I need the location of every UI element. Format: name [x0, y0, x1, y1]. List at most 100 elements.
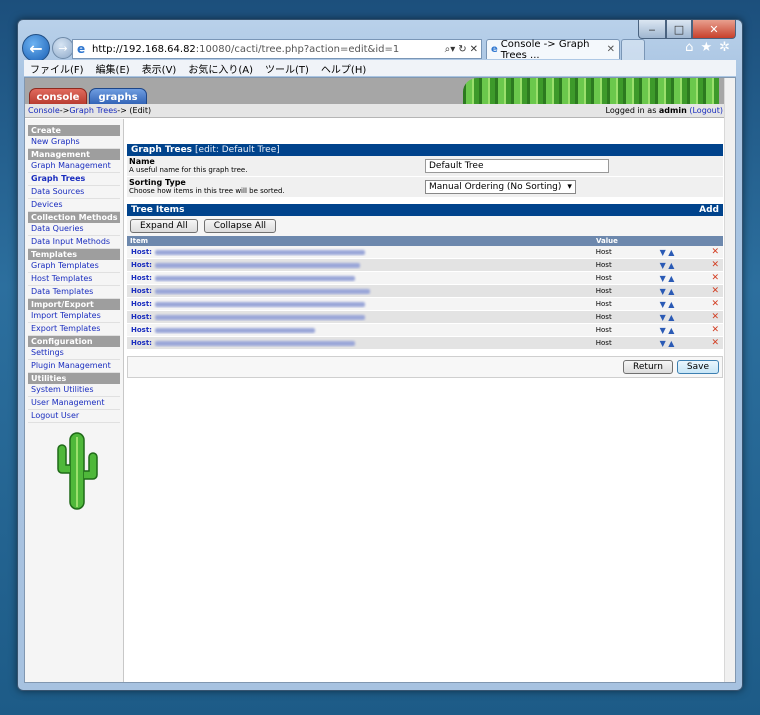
minimize-button[interactable]: ‒ [638, 20, 666, 39]
name-desc: A useful name for this graph tree. [129, 166, 248, 174]
sidebar-item-system-utilities[interactable]: System Utilities [28, 384, 120, 397]
arrow-up-icon[interactable]: ▲ [668, 274, 674, 283]
arrow-down-icon[interactable]: ▼ [660, 261, 666, 270]
tree-item-cell[interactable]: Host: [127, 300, 596, 308]
tab-close-icon[interactable]: ✕ [607, 44, 615, 55]
arrow-down-icon[interactable]: ▼ [660, 300, 666, 309]
tree-item-cell[interactable]: Host: [127, 261, 596, 269]
arrow-down-icon[interactable]: ▼ [660, 313, 666, 322]
host-prefix: Host: [131, 313, 152, 321]
menu-favorites[interactable]: お気に入り(A) [188, 61, 253, 76]
tree-item-cell[interactable]: Host: [127, 248, 596, 256]
arrow-up-icon[interactable]: ▲ [668, 300, 674, 309]
tree-item-cell[interactable]: Host: [127, 339, 596, 347]
sidebar-item-graph-trees[interactable]: Graph Trees [28, 173, 120, 186]
sidebar-item-data-sources[interactable]: Data Sources [28, 186, 120, 199]
login-user: admin [658, 106, 687, 115]
arrow-down-icon[interactable]: ▼ [660, 287, 666, 296]
delete-x-icon[interactable]: ✕ [711, 338, 719, 348]
expand-all-button[interactable]: Expand All [130, 219, 198, 233]
arrow-down-icon[interactable]: ▼ [660, 274, 666, 283]
sidebar-item-new-graphs[interactable]: New Graphs [28, 136, 120, 149]
window-caption-buttons: ‒ □ ✕ [638, 20, 736, 39]
tree-value-cell: Host [595, 274, 612, 282]
address-bar[interactable]: e http://192.168.64.82:10080/cacti/tree.… [72, 39, 482, 59]
arrow-up-icon[interactable]: ▲ [668, 313, 674, 322]
gear-icon[interactable]: ✲ [719, 40, 730, 55]
back-button[interactable]: ← [22, 34, 50, 62]
sidebar-item-graph-templates[interactable]: Graph Templates [28, 260, 120, 273]
vertical-scrollbar[interactable] [724, 78, 735, 682]
logout-link[interactable]: (Logout) [689, 106, 723, 115]
stop-icon[interactable]: ✕ [470, 44, 478, 55]
delete-x-icon[interactable]: ✕ [711, 312, 719, 322]
sidebar-item-host-templates[interactable]: Host Templates [28, 273, 120, 286]
add-link[interactable]: Add [699, 204, 719, 216]
sidebar-item-data-queries[interactable]: Data Queries [28, 223, 120, 236]
menu-file[interactable]: ファイル(F) [30, 61, 84, 76]
close-button[interactable]: ✕ [692, 20, 736, 39]
sidebar-item-import-templates[interactable]: Import Templates [28, 310, 120, 323]
delete-x-icon[interactable]: ✕ [711, 286, 719, 296]
sidebar-header-templates: Templates [28, 249, 120, 260]
sidebar-item-settings[interactable]: Settings [28, 347, 120, 360]
sidebar-item-export-templates[interactable]: Export Templates [28, 323, 120, 336]
redacted-host-name [154, 327, 315, 333]
refresh-icon[interactable]: ↻ [458, 44, 466, 55]
maximize-button[interactable]: □ [666, 20, 692, 39]
return-button[interactable]: Return [623, 360, 673, 374]
tree-item-cell[interactable]: Host: [127, 274, 596, 282]
search-icon[interactable]: ⌕▾ [445, 44, 456, 55]
arrow-up-icon[interactable]: ▲ [668, 248, 674, 257]
browser-tab[interactable]: e Console -> Graph Trees ... ✕ [486, 39, 620, 61]
delete-x-icon[interactable]: ✕ [711, 273, 719, 283]
sidebar-item-data-input-methods[interactable]: Data Input Methods [28, 236, 120, 249]
menu-tools[interactable]: ツール(T) [265, 61, 309, 76]
delete-x-icon[interactable]: ✕ [711, 247, 719, 257]
forward-button[interactable]: → [52, 37, 74, 59]
sorting-row: Sorting Type Choose how items in this tre… [127, 177, 723, 198]
sidebar-item-data-templates[interactable]: Data Templates [28, 286, 120, 299]
name-label: Name [129, 157, 155, 166]
tree-item-cell[interactable]: Host: [127, 287, 596, 295]
delete-x-icon[interactable]: ✕ [711, 325, 719, 335]
sidebar-item-logout-user[interactable]: Logout User [28, 410, 120, 423]
delete-x-icon[interactable]: ✕ [711, 299, 719, 309]
sidebar-header-import-export: Import/Export [28, 299, 120, 310]
arrow-down-icon[interactable]: ▼ [660, 326, 666, 335]
arrow-down-icon[interactable]: ▼ [660, 339, 666, 348]
tree-item-cell[interactable]: Host: [127, 313, 596, 321]
breadcrumb-sep: -> [59, 106, 70, 115]
sorting-select[interactable]: Manual Ordering (No Sorting) ▾ [425, 180, 576, 194]
arrow-up-icon[interactable]: ▲ [668, 339, 674, 348]
address-url[interactable]: http://192.168.64.82:10080/cacti/tree.ph… [92, 44, 445, 55]
arrow-up-icon[interactable]: ▲ [668, 261, 674, 270]
cactus-banner-image [463, 78, 719, 104]
table-row: Host: Host ▼ ▲ ✕ [127, 337, 723, 350]
delete-x-icon[interactable]: ✕ [711, 260, 719, 270]
sidebar-item-graph-management[interactable]: Graph Management [28, 160, 120, 173]
home-icon[interactable]: ⌂ [685, 40, 693, 55]
host-prefix: Host: [131, 287, 152, 295]
browser-window: ‒ □ ✕ ← → e http://192.168.64.82:10080/c… [17, 19, 743, 691]
collapse-all-button[interactable]: Collapse All [203, 219, 276, 233]
sidebar-item-plugin-management[interactable]: Plugin Management [28, 360, 120, 373]
name-input[interactable] [425, 159, 609, 173]
arrow-up-icon[interactable]: ▲ [668, 287, 674, 296]
arrow-up-icon[interactable]: ▲ [668, 326, 674, 335]
save-button[interactable]: Save [676, 360, 719, 374]
sidebar-item-user-management[interactable]: User Management [28, 397, 120, 410]
new-tab-button[interactable] [621, 39, 645, 60]
breadcrumb-graph-trees[interactable]: Graph Trees [69, 106, 117, 115]
tree-value-cell: Host [595, 287, 612, 295]
sidebar-item-devices[interactable]: Devices [28, 199, 120, 212]
menu-view[interactable]: 表示(V) [142, 61, 177, 76]
sidebar-header-configuration: Configuration [28, 336, 120, 347]
cacti-banner: console graphs [25, 78, 726, 106]
breadcrumb-console[interactable]: Console [28, 106, 60, 115]
menu-help[interactable]: ヘルプ(H) [321, 61, 366, 76]
tree-item-cell[interactable]: Host: [127, 326, 596, 334]
favorites-star-icon[interactable]: ★ [700, 40, 712, 55]
arrow-down-icon[interactable]: ▼ [660, 248, 666, 257]
menu-edit[interactable]: 編集(E) [96, 61, 130, 76]
